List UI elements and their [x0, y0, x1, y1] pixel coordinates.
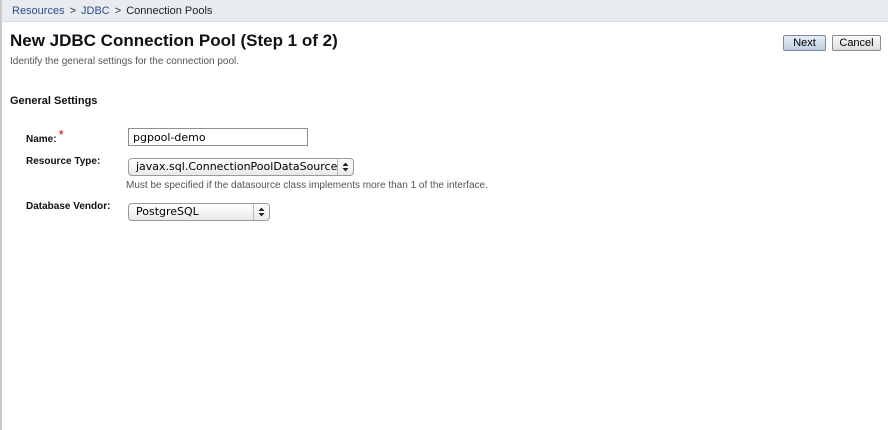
resource-type-selected-value: javax.sql.ConnectionPoolDataSource — [136, 160, 338, 173]
page-title: New JDBC Connection Pool (Step 1 of 2) — [10, 31, 338, 50]
resource-type-label: Resource Type: — [26, 156, 101, 167]
section-title-general-settings: General Settings — [10, 95, 98, 107]
resource-type-help-text: Must be specified if the datasource clas… — [126, 180, 488, 191]
required-asterisk-icon: * — [58, 127, 64, 142]
name-label: Name: * — [26, 127, 64, 145]
name-input[interactable] — [128, 128, 308, 146]
breadcrumb-separator: > — [69, 5, 77, 17]
breadcrumb-current: Connection Pools — [126, 5, 213, 17]
breadcrumb-separator: > — [114, 5, 122, 17]
name-label-text: Name: — [26, 134, 57, 145]
updown-chevron-icon — [253, 204, 269, 220]
next-button[interactable]: Next — [783, 35, 826, 51]
breadcrumb: Resources > JDBC > Connection Pools — [2, 0, 888, 22]
cancel-button[interactable]: Cancel — [832, 35, 881, 51]
left-frame-edge — [0, 0, 2, 430]
resource-type-select[interactable]: javax.sql.ConnectionPoolDataSource — [128, 158, 354, 176]
updown-chevron-icon — [337, 159, 353, 175]
database-vendor-label: Database Vendor: — [26, 201, 111, 212]
breadcrumb-link-jdbc[interactable]: JDBC — [81, 5, 110, 17]
page-help-text: Identify the general settings for the co… — [10, 56, 240, 67]
database-vendor-selected-value: PostgreSQL — [136, 205, 199, 218]
breadcrumb-link-resources[interactable]: Resources — [12, 5, 65, 17]
database-vendor-select[interactable]: PostgreSQL — [128, 203, 270, 221]
